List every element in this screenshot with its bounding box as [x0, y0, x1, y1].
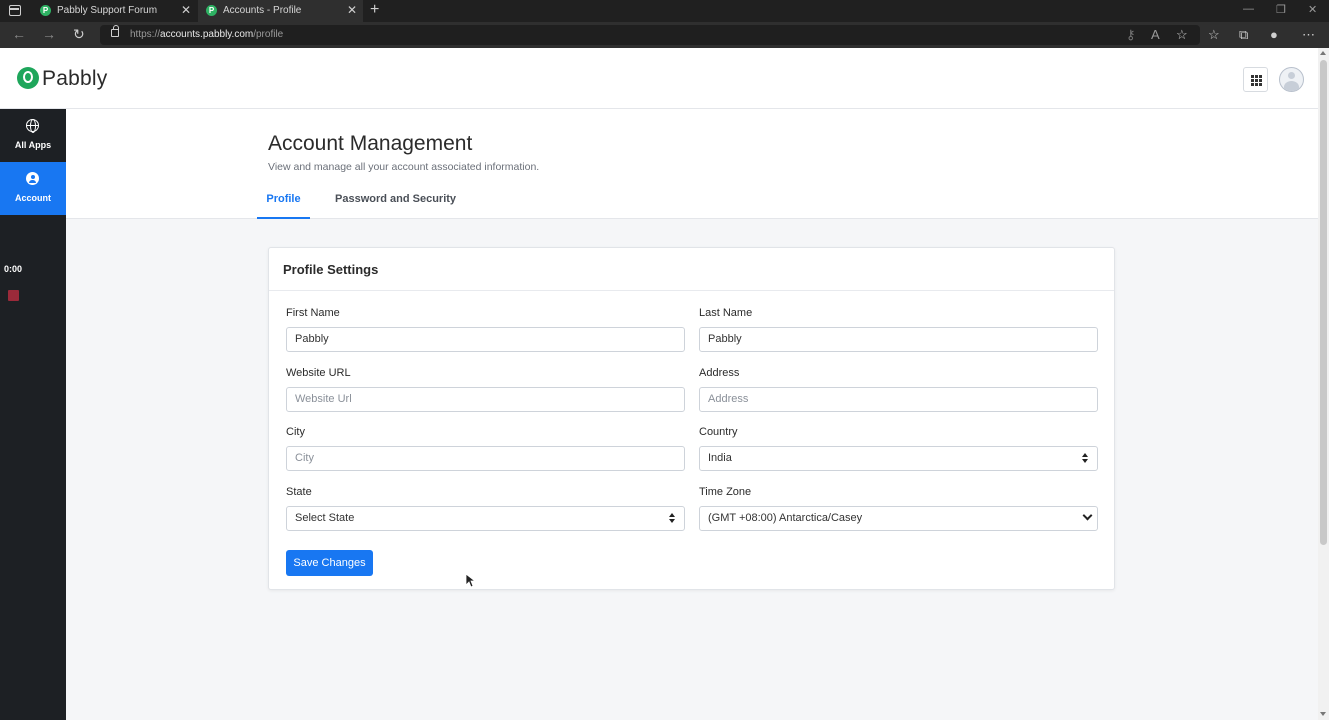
pabbly-logo-icon[interactable] — [17, 67, 39, 89]
tab-title: Pabbly Support Forum — [57, 5, 158, 16]
close-window-icon[interactable]: ✕ — [1308, 3, 1317, 16]
browser-toolbar: ← → ↻ https://accounts.pabbly.com/profil… — [0, 22, 1329, 48]
card-title: Profile Settings — [283, 262, 379, 277]
country-value: India — [708, 452, 732, 464]
page-scrollbar[interactable] — [1318, 48, 1329, 720]
address-bar[interactable]: https://accounts.pabbly.com/profile — [100, 25, 1200, 45]
collections-icon[interactable]: ⧉ — [1239, 27, 1248, 43]
country-label: Country — [699, 426, 738, 438]
scrollbar-thumb[interactable] — [1320, 60, 1327, 545]
apps-grid-button[interactable] — [1243, 67, 1268, 92]
favorites-icon[interactable]: ☆ — [1208, 27, 1220, 43]
state-value: Select State — [295, 512, 355, 524]
mouse-cursor-icon — [465, 573, 475, 588]
website-url-label: Website URL — [286, 367, 351, 379]
close-tab-icon[interactable]: ✕ — [181, 3, 191, 17]
tab-actions-icon[interactable] — [9, 5, 21, 16]
website-url-field[interactable]: Website Url — [286, 387, 685, 412]
page-subtitle: View and manage all your account associa… — [268, 161, 540, 173]
tab-profile[interactable]: Profile — [257, 189, 310, 219]
profile-settings-card: Profile Settings First Name Pabbly Last … — [268, 247, 1115, 590]
close-tab-icon[interactable]: ✕ — [347, 3, 357, 17]
state-select[interactable]: Select State — [286, 506, 685, 531]
sidebar: All Apps Account 0:00 — [0, 109, 66, 720]
add-favorite-icon[interactable]: ☆ — [1176, 27, 1188, 43]
user-avatar[interactable] — [1279, 67, 1304, 92]
more-icon[interactable]: ⋯ — [1302, 27, 1315, 43]
user-circle-icon — [26, 172, 39, 185]
browser-tab-support-forum[interactable]: P Pabbly Support Forum ✕ — [32, 0, 197, 22]
forward-icon[interactable]: → — [42, 26, 56, 42]
logo-text[interactable]: Pabbly — [42, 67, 107, 91]
back-icon[interactable]: ← — [12, 26, 26, 42]
browser-tab-bar: P Pabbly Support Forum ✕ P Accounts - Pr… — [0, 0, 1329, 22]
globe-icon — [26, 119, 39, 133]
address-field[interactable]: Address — [699, 387, 1098, 412]
pabbly-favicon-icon: P — [40, 5, 51, 16]
scroll-down-icon[interactable] — [1320, 712, 1326, 716]
state-label: State — [286, 486, 312, 498]
app-viewport: Pabbly All Apps Account 0:00 Account Man… — [0, 48, 1329, 720]
page-title: Account Management — [268, 132, 473, 155]
profile-icon[interactable]: ● — [1270, 27, 1278, 42]
browser-tab-accounts-profile[interactable]: P Accounts - Profile ✕ — [198, 0, 363, 22]
city-label: City — [286, 426, 305, 438]
page-header: Account Management View and manage all y… — [66, 109, 1318, 219]
sidebar-item-account[interactable]: Account — [0, 162, 66, 215]
save-changes-button[interactable]: Save Changes — [286, 550, 373, 576]
select-arrows-icon — [1082, 453, 1088, 464]
url-text: https://accounts.pabbly.com/profile — [130, 29, 284, 40]
select-arrows-icon — [669, 513, 675, 524]
card-header: Profile Settings — [269, 248, 1114, 291]
reload-icon[interactable]: ↻ — [73, 26, 85, 43]
pabbly-favicon-icon: P — [206, 5, 217, 16]
stop-recording-icon[interactable] — [8, 290, 19, 301]
scroll-up-icon[interactable] — [1320, 51, 1326, 55]
top-header: Pabbly — [0, 48, 1318, 109]
lock-icon — [111, 25, 119, 37]
tab-password-security[interactable]: Password and Security — [335, 193, 456, 205]
tab-title: Accounts - Profile — [223, 5, 302, 16]
new-tab-icon[interactable]: + — [370, 1, 379, 19]
last-name-field[interactable]: Pabbly — [699, 327, 1098, 352]
first-name-label: First Name — [286, 307, 340, 319]
key-icon[interactable]: ⚷ — [1126, 27, 1136, 43]
minimize-icon[interactable]: — — [1243, 3, 1254, 15]
restore-icon[interactable]: ❐ — [1276, 3, 1286, 16]
chevron-down-icon — [1082, 510, 1093, 521]
sidebar-item-all-apps[interactable]: All Apps — [0, 109, 66, 162]
country-select[interactable]: India — [699, 446, 1098, 471]
read-aloud-icon[interactable]: A — [1151, 27, 1160, 42]
last-name-label: Last Name — [699, 307, 753, 319]
sidebar-item-label: Account — [15, 193, 51, 203]
city-field[interactable]: City — [286, 446, 685, 471]
sidebar-item-label: All Apps — [14, 140, 52, 150]
recording-timer: 0:00 — [4, 264, 23, 274]
address-label: Address — [699, 367, 740, 379]
time-zone-label: Time Zone — [699, 486, 752, 498]
first-name-field[interactable]: Pabbly — [286, 327, 685, 352]
time-zone-select[interactable]: (GMT +08:00) Antarctica/Casey — [699, 506, 1098, 531]
time-zone-value: (GMT +08:00) Antarctica/Casey — [708, 512, 863, 524]
